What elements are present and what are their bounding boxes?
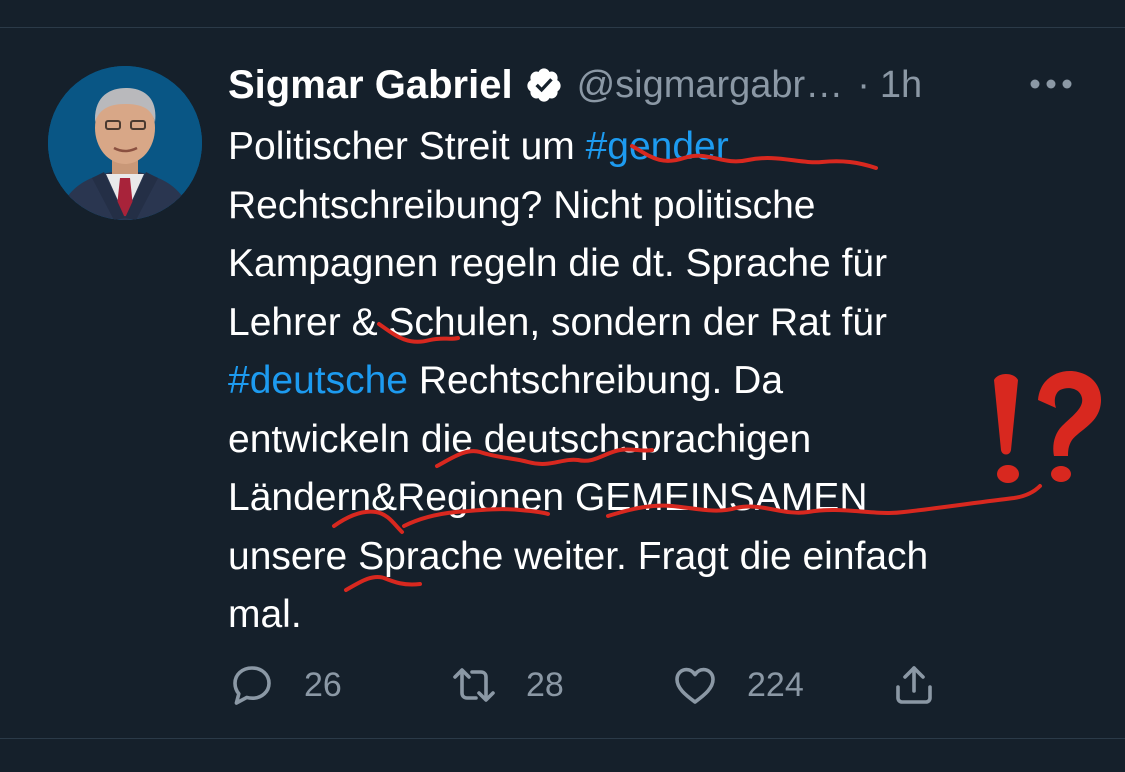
- hashtag-gender[interactable]: #gender: [586, 125, 729, 168]
- reply-count: 26: [304, 665, 342, 704]
- like-button[interactable]: 224: [671, 658, 804, 712]
- retweet-count: 28: [526, 665, 564, 704]
- share-icon: [896, 666, 932, 704]
- text-segment: Politischer Streit um: [228, 125, 586, 168]
- author-name[interactable]: Sigmar Gabriel: [228, 63, 513, 108]
- tweet-line-2: Rechtschreibung? Nicht politische: [228, 183, 816, 227]
- bottom-divider: [0, 738, 1125, 739]
- share-button[interactable]: [890, 658, 938, 712]
- tweet-actions: 26 28 224: [228, 658, 988, 712]
- hashtag-deutsche[interactable]: #deutsche: [228, 359, 408, 402]
- tweet-text: Politischer Streit um #gender Rechtschre…: [228, 118, 1108, 645]
- author-handle[interactable]: @sigmargabr…: [577, 64, 844, 107]
- tweet-header: Sigmar Gabriel @sigmargabr… · 1h: [228, 60, 922, 110]
- tweet-line-9: mal.: [228, 593, 302, 636]
- retweet-button[interactable]: 28: [450, 658, 564, 712]
- retweet-icon: [453, 668, 495, 702]
- tweet-line-8: unsere Sprache weiter. Fragt die einfach: [228, 534, 929, 578]
- tweet-line-3: Kampagnen regeln die dt. Sprache für: [228, 242, 888, 285]
- like-count: 224: [747, 665, 804, 704]
- reply-button[interactable]: 26: [228, 658, 342, 712]
- text-segment: Rechtschreibung. Da: [407, 359, 784, 402]
- heart-icon: [675, 667, 715, 704]
- separator-dot: ·: [857, 63, 870, 106]
- tweet-line-4: Lehrer & Schulen, sondern der Rat für: [228, 300, 888, 344]
- tweet-line-6: entwickeln die deutschsprachigen: [228, 417, 812, 461]
- reply-icon: [233, 666, 271, 705]
- top-divider: [0, 27, 1125, 28]
- tweet-line-5: #deutsche Rechtschreibung. Da: [228, 352, 1108, 411]
- tweet-line-1: Politischer Streit um #gender: [228, 118, 1108, 177]
- verified-badge-icon: [526, 68, 561, 102]
- tweet-line-7: Ländern&Regionen GEMEINSAMEN: [228, 476, 868, 519]
- more-options-icon[interactable]: [1028, 70, 1074, 98]
- avatar[interactable]: [48, 66, 202, 220]
- timestamp[interactable]: 1h: [880, 64, 922, 107]
